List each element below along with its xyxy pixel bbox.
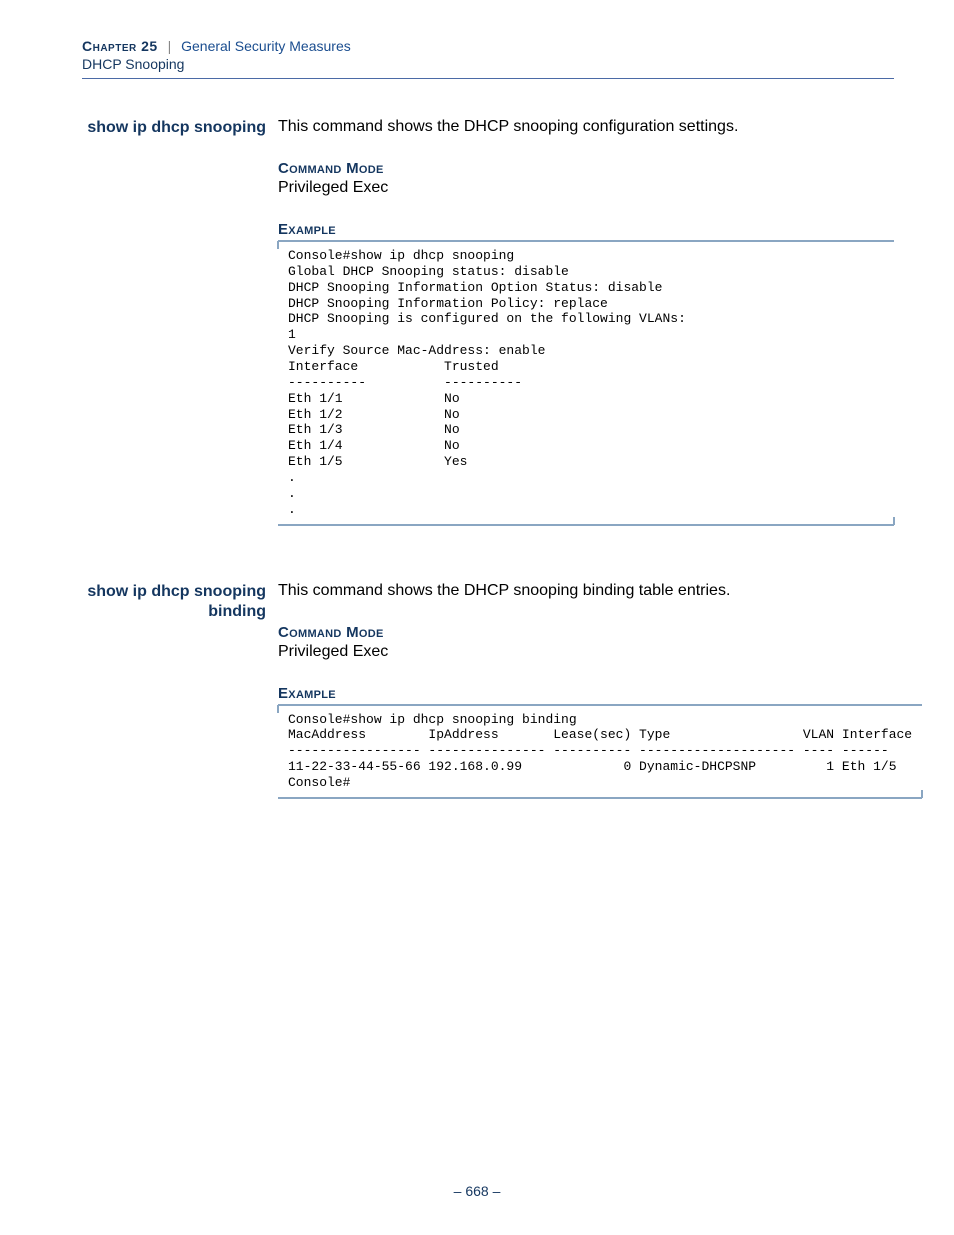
command-description: This command shows the DHCP snooping con…: [278, 118, 894, 136]
command-body: This command shows the DHCP snooping con…: [278, 118, 894, 526]
command-mode-heading: Command Mode: [278, 624, 922, 641]
example-box: Console#show ip dhcp snooping binding Ma…: [278, 704, 922, 799]
page-number: – 668 –: [0, 1183, 954, 1199]
box-corner-br-icon: [915, 790, 923, 798]
content-area: show ip dhcp snooping This command shows…: [82, 118, 894, 855]
example-box: Console#show ip dhcp snooping Global DHC…: [278, 240, 894, 526]
console-output: Console#show ip dhcp snooping Global DHC…: [288, 248, 884, 518]
header-rule: [82, 78, 894, 79]
console-output: Console#show ip dhcp snooping binding Ma…: [288, 712, 912, 791]
example-heading: Example: [278, 221, 894, 238]
command-mode-text: Privileged Exec: [278, 643, 922, 661]
header-subtitle: DHCP Snooping: [82, 56, 894, 72]
chapter-title: General Security Measures: [181, 38, 351, 54]
section-show-ip-dhcp-snooping: show ip dhcp snooping This command shows…: [82, 118, 894, 526]
command-mode-text: Privileged Exec: [278, 179, 894, 197]
command-mode-heading: Command Mode: [278, 160, 894, 177]
command-description: This command shows the DHCP snooping bin…: [278, 582, 922, 600]
example-heading: Example: [278, 685, 922, 702]
header-separator: |: [162, 38, 178, 54]
box-corner-tl-icon: [277, 241, 285, 249]
box-corner-tl-icon: [277, 705, 285, 713]
command-name: show ip dhcp snooping binding: [82, 582, 266, 624]
page: Chapter 25 | General Security Measures D…: [0, 0, 954, 1235]
command-name-column: show ip dhcp snooping: [82, 118, 278, 139]
command-name: show ip dhcp snooping: [82, 118, 266, 139]
section-show-ip-dhcp-snooping-binding: show ip dhcp snooping binding This comma…: [82, 582, 894, 799]
command-name-column: show ip dhcp snooping binding: [82, 582, 278, 624]
chapter-label: Chapter 25: [82, 38, 158, 54]
command-body: This command shows the DHCP snooping bin…: [278, 582, 922, 799]
page-header: Chapter 25 | General Security Measures D…: [82, 38, 894, 87]
header-line-1: Chapter 25 | General Security Measures: [82, 38, 894, 54]
box-corner-br-icon: [887, 517, 895, 525]
